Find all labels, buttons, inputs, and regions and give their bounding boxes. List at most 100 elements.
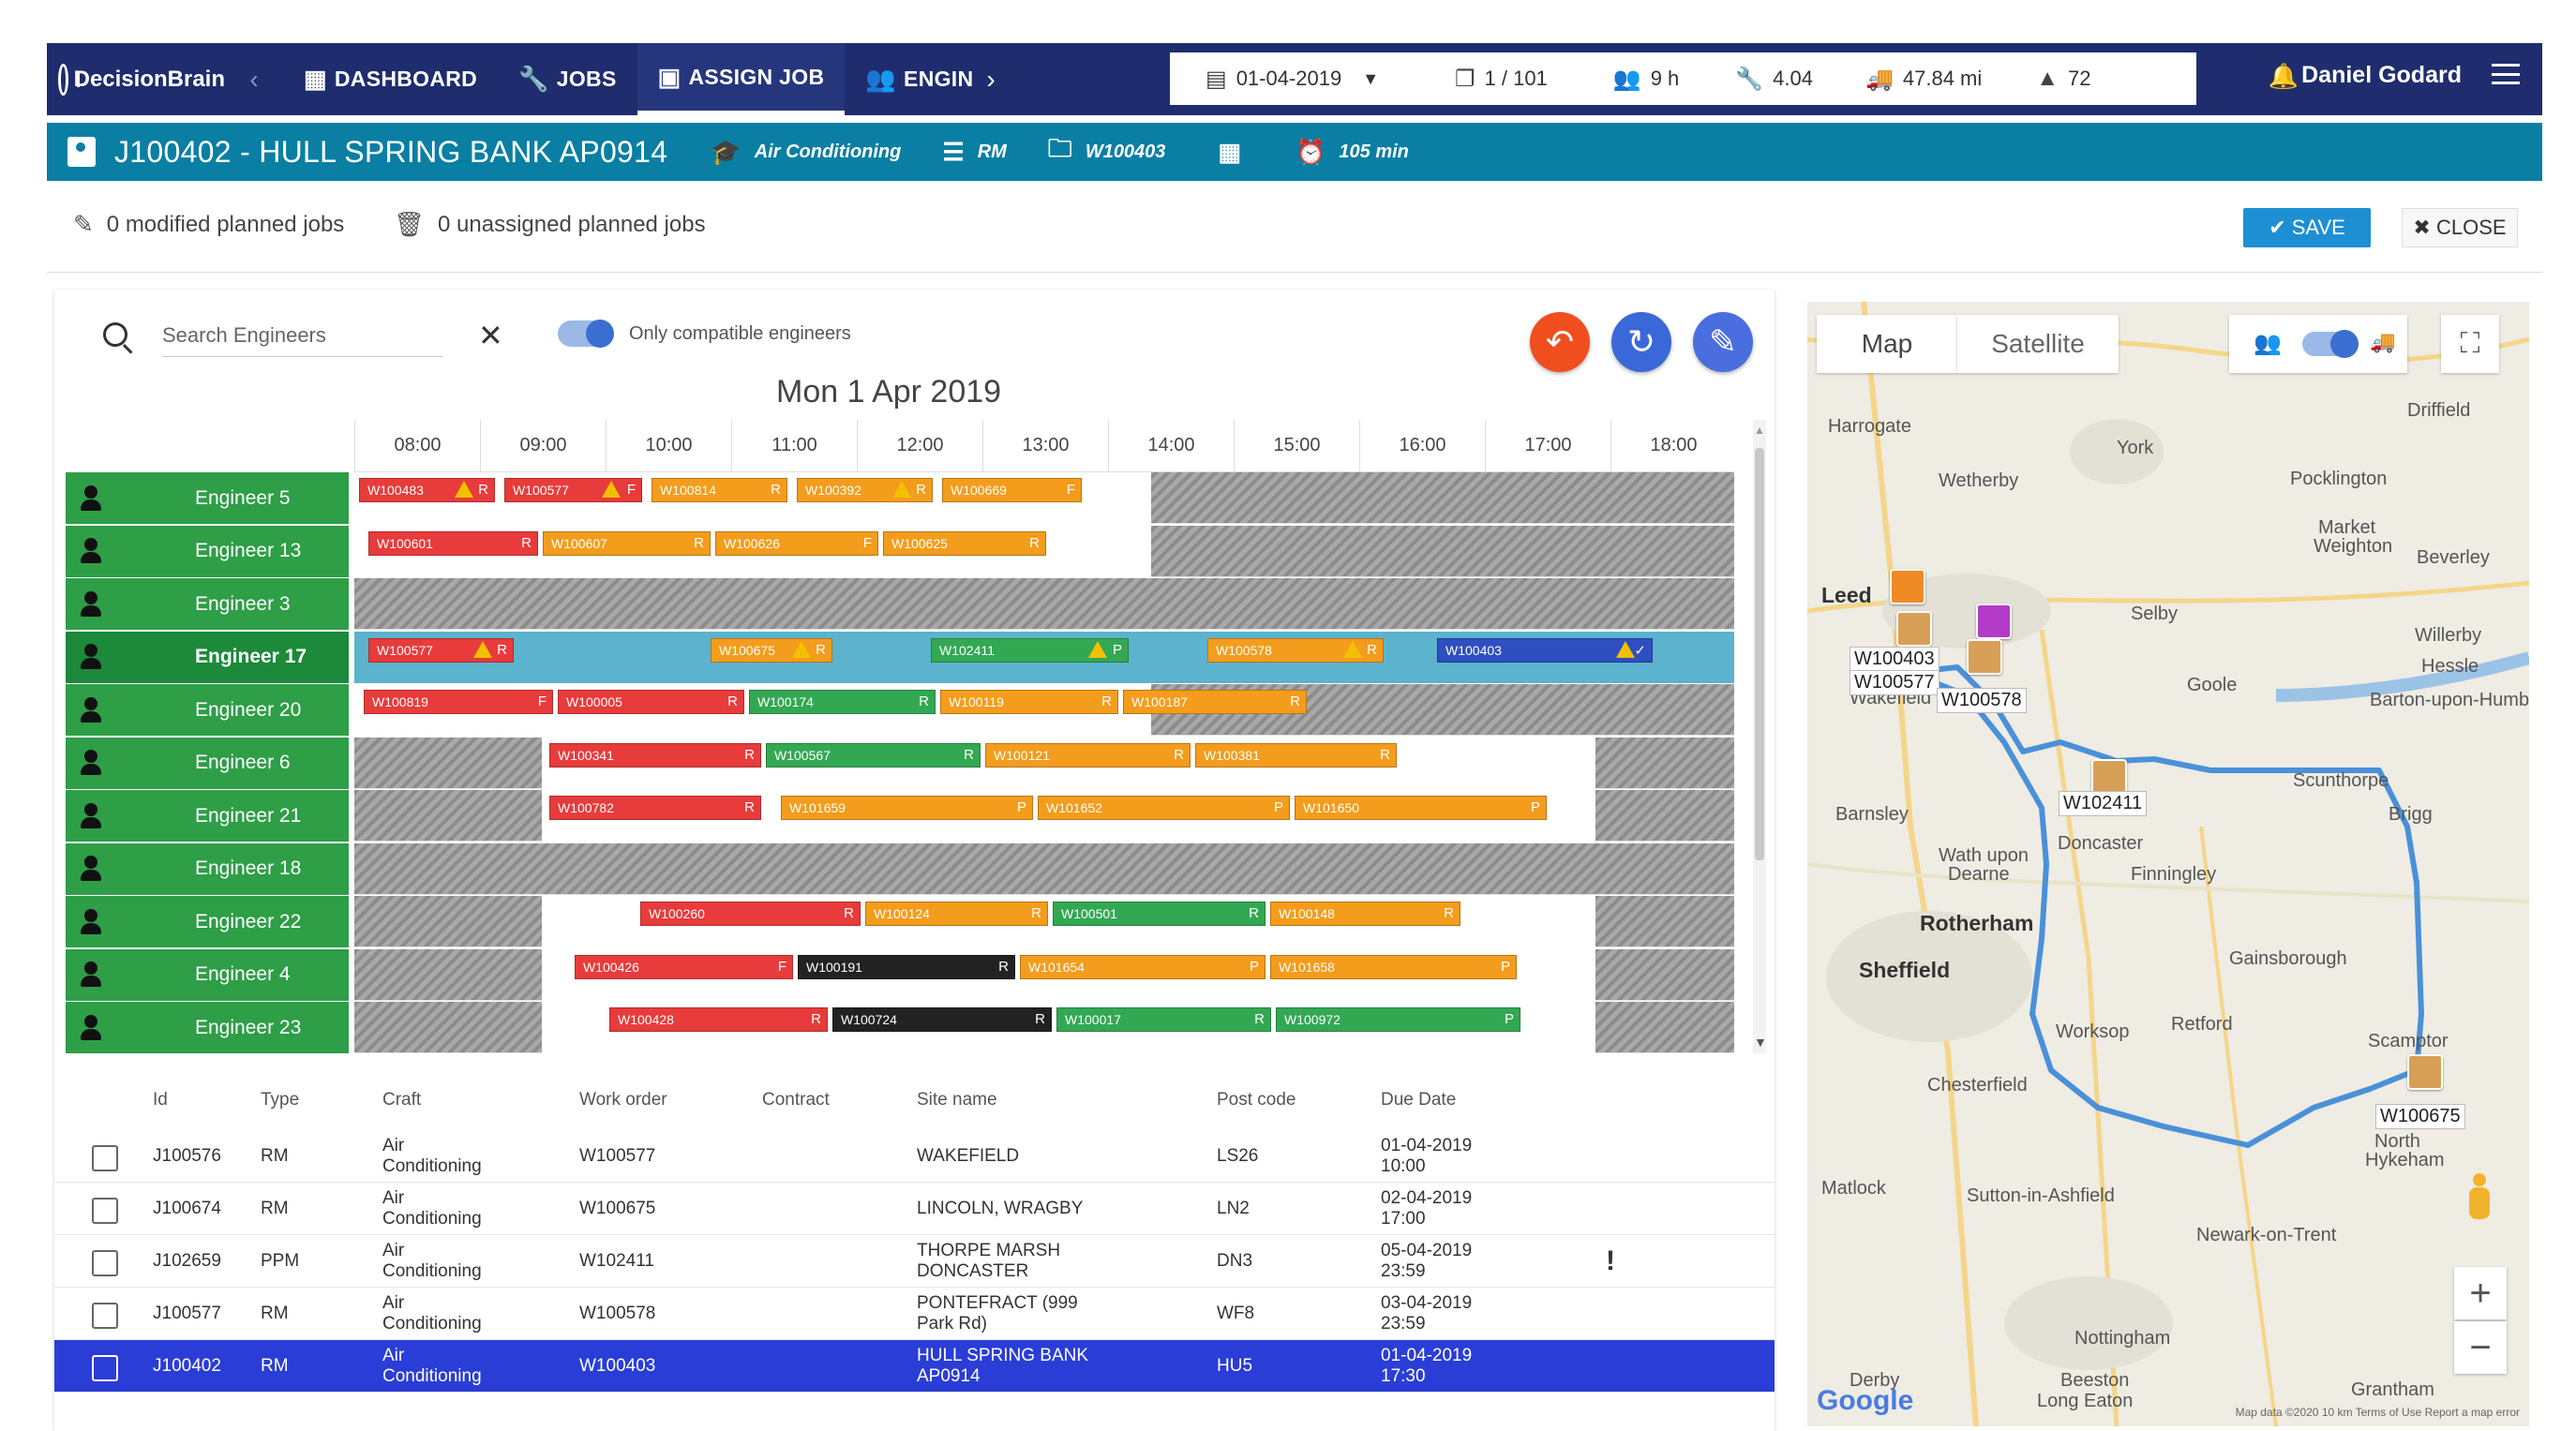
job-block[interactable]: W101659 P [781,796,1033,820]
map-job-label[interactable]: W100403 [1850,647,1939,672]
row-checkbox[interactable] [92,1198,118,1224]
job-block[interactable]: W100392 R [797,478,933,502]
job-block[interactable]: W100483 R [359,478,495,502]
zoom-out-button[interactable]: − [2454,1321,2507,1374]
job-calendar[interactable]: ▦ [1218,138,1254,167]
engineer-timeline[interactable]: W100819 F W100005 R W100174 R W100119 R W100187 R [354,684,1734,736]
compatible-engineers-toggle[interactable] [558,320,614,348]
engineer-timeline[interactable]: W100782 R W101659 P W101652 P W101650 P [354,790,1734,842]
job-block[interactable]: W100669 F [942,478,1082,502]
col-due-date[interactable]: Due Date [1381,1072,1456,1128]
nav-prev-icon[interactable]: ‹ [225,65,283,95]
table-row[interactable]: J100674 RM Air Conditioning W100675 LINCOLN, … [54,1183,1775,1235]
job-block[interactable]: W100187 R [1123,690,1307,714]
engineer-timeline[interactable] [354,842,1734,895]
row-checkbox[interactable] [92,1355,118,1381]
map-job-label[interactable]: W102411 [2059,791,2148,816]
map-mode-toggle[interactable]: 👥 🚚 [2229,315,2407,373]
job-block[interactable]: W100426 F [575,954,793,979]
engineer-label[interactable]: Engineer 4 [66,948,349,1001]
job-block[interactable]: W100724 R [832,1007,1052,1032]
job-block[interactable]: W100119 R [940,690,1118,714]
job-block[interactable]: W100972 P [1276,1007,1520,1032]
engineer-label[interactable]: Engineer 23 [66,1002,349,1053]
auto-assign-button[interactable]: ✎ [1693,312,1753,372]
table-row[interactable]: J100577 RM Air Conditioning W100578 PONTEFRAC… [54,1288,1775,1340]
satellite-tab[interactable]: Satellite [1957,315,2119,373]
job-block[interactable]: W100005 R [558,690,744,714]
job-block[interactable]: W100578 R [1207,637,1384,663]
engineer-timeline[interactable]: W100426 F W100191 R W101654 P W101658 P [354,948,1734,1001]
engineer-timeline[interactable]: W100601 R W100607 R W100626 F W100625 R [354,525,1734,577]
map-job-label[interactable]: W100675 [2375,1104,2465,1129]
map-pin-icon[interactable] [2407,1054,2443,1090]
job-block[interactable]: W100567 R [766,742,981,768]
map-pin-icon[interactable] [1890,569,1925,604]
engineer-label[interactable]: Engineer 17 [66,631,349,683]
job-block[interactable]: W101658 P [1270,954,1517,979]
undo-button[interactable]: ↶ [1530,312,1590,372]
job-block[interactable]: W100625 R [883,530,1046,556]
zoom-in-button[interactable]: + [2454,1267,2507,1319]
engineer-label[interactable]: Engineer 6 [66,737,349,789]
job-block[interactable]: W100191 R [798,954,1015,979]
job-block[interactable]: W101652 P [1038,796,1290,820]
engineer-timeline[interactable]: W100577 R W100675 R W102411 P W100578 R W100403 ✓ [354,631,1734,683]
bell-icon[interactable]: 🔔 [2269,62,2299,91]
gantt-scrollbar[interactable]: ▲ ▼ [1753,420,1767,1053]
col-contract[interactable]: Contract [762,1072,830,1128]
engineer-label[interactable]: Engineer 18 [66,842,349,895]
nav-next-icon[interactable]: › [986,65,1014,95]
col-work-order[interactable]: Work order [579,1072,667,1128]
engineer-label[interactable]: Engineer 22 [66,896,349,947]
job-block[interactable]: W100501 R [1053,902,1266,926]
job-block[interactable]: W100124 R [865,902,1048,926]
save-button[interactable]: ✔ SAVE [2243,208,2371,247]
engineer-label[interactable]: Engineer 20 [66,684,349,736]
map-job-label[interactable]: W100578 [1937,688,2027,713]
col-post-code[interactable]: Post code [1217,1072,1296,1128]
search-engineers-input[interactable] [162,314,443,357]
col-id[interactable]: Id [153,1072,168,1128]
nav-dashboard[interactable]: ▦ DASHBOARD [283,43,498,115]
user-name[interactable]: Daniel Godard [2301,62,2462,89]
job-block[interactable]: W100017 R [1056,1007,1271,1032]
map-pin-icon[interactable] [2091,759,2127,795]
table-row[interactable]: J102659 PPM Air Conditioning W102411 THORPE M… [54,1235,1775,1288]
refresh-button[interactable]: ↻ [1611,312,1671,372]
row-checkbox[interactable] [92,1145,118,1171]
map-pin-icon[interactable] [1976,604,2012,639]
col-type[interactable]: Type [261,1072,299,1128]
scroll-down-icon[interactable]: ▼ [1754,1035,1767,1050]
job-block[interactable]: W101654 P [1020,954,1266,979]
row-checkbox[interactable] [92,1303,118,1329]
engineer-timeline[interactable]: W100483 R W100577 F W100814 R W100392 R W100669 F [354,472,1734,524]
fullscreen-icon[interactable]: ⛶ [2441,315,2499,373]
engineer-timeline[interactable]: W100428 R W100724 R W100017 R W100972 P [354,1002,1734,1053]
date-selector[interactable]: ▤ 01-04-2019 ▼ [1206,66,1421,93]
job-block[interactable]: W100428 R [609,1007,828,1032]
map-footer[interactable]: Map data ©2020 10 km Terms of Use Report… [2236,1406,2520,1419]
nav-jobs[interactable]: 🔧 JOBS [498,43,637,115]
table-row[interactable]: J100402 RM Air Conditioning W100403 HULL SPRI… [54,1340,1775,1393]
scroll-up-icon[interactable]: ▲ [1754,424,1765,437]
clear-search-icon[interactable]: ✕ [478,318,503,353]
engineer-label[interactable]: Engineer 3 [66,578,349,630]
job-block[interactable]: W100148 R [1270,902,1460,926]
job-block[interactable]: W100577 R [368,637,514,663]
job-block[interactable]: W100819 F [364,690,553,714]
job-block[interactable]: W100577 F [504,478,642,502]
map-job-label[interactable]: W100577 [1850,670,1939,695]
table-row[interactable]: J100576 RM Air Conditioning W100577 WAKEFIELD… [54,1130,1775,1183]
route-map[interactable]: Harrogate York Wetherby Pocklington Driffiel… [1807,302,2529,1426]
job-block[interactable]: W100607 R [543,530,711,556]
engineer-label[interactable]: Engineer 13 [66,525,349,577]
job-block[interactable]: W100341 R [549,742,761,768]
map-tab[interactable]: Map [1817,315,1957,373]
col-craft[interactable]: Craft [382,1072,421,1128]
job-block[interactable]: W100260 R [640,902,861,926]
job-block[interactable]: W101650 P [1295,796,1547,820]
job-block[interactable]: W100174 R [749,690,936,714]
map-pin-icon[interactable] [1967,639,2002,675]
job-block[interactable]: W100381 R [1195,742,1397,768]
